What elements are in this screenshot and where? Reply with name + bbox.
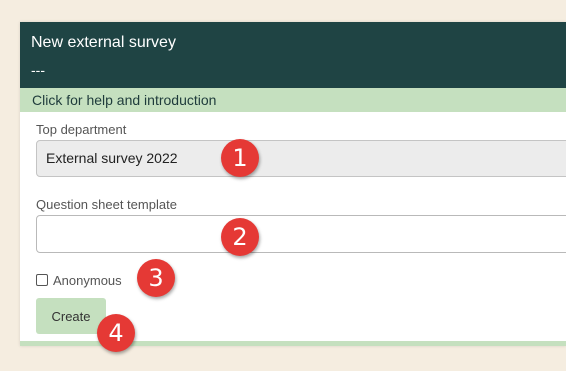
top-department-label: Top department — [36, 122, 127, 137]
question-sheet-template-label: Question sheet template — [36, 197, 177, 212]
anonymous-option[interactable]: Anonymous — [36, 272, 122, 288]
page-title: New external survey — [31, 34, 176, 51]
question-sheet-template-input[interactable] — [36, 215, 566, 253]
annotation-marker-2: 2 — [221, 218, 259, 256]
annotation-marker-1: 1 — [221, 139, 259, 177]
top-department-select[interactable]: External survey 2022 — [36, 140, 566, 177]
create-button[interactable]: Create — [36, 298, 106, 334]
page-subtitle: --- — [31, 62, 45, 78]
annotation-marker-4: 4 — [97, 314, 135, 352]
survey-form-card: New external survey --- Click for help a… — [20, 22, 566, 346]
anonymous-label: Anonymous — [53, 272, 122, 288]
form-header: New external survey --- — [20, 22, 566, 88]
anonymous-checkbox[interactable] — [36, 274, 48, 286]
help-introduction-link[interactable]: Click for help and introduction — [20, 88, 566, 112]
annotation-marker-3: 3 — [137, 259, 175, 297]
